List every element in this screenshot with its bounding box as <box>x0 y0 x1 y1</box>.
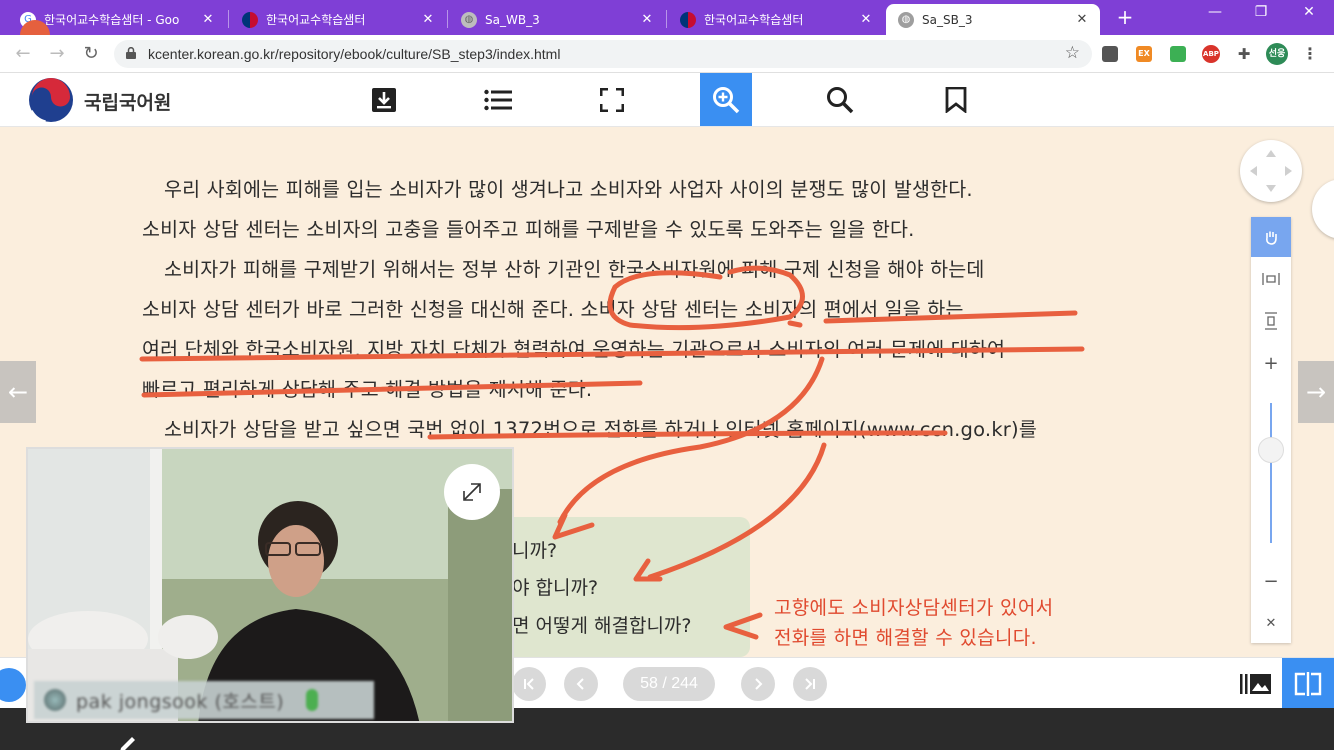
menu-dots-icon[interactable]: ⋮ <box>1302 46 1318 62</box>
chevron-right-icon <box>755 678 763 690</box>
url-field[interactable]: kcenter.korean.go.kr/repository/ebook/cu… <box>114 40 1092 68</box>
extension-icon[interactable] <box>1102 46 1118 62</box>
close-panel-button[interactable]: ✕ <box>1251 603 1291 643</box>
fit-height-button[interactable] <box>1251 301 1291 341</box>
direction-arrows-icon <box>1250 150 1292 192</box>
reload-button[interactable]: ↻ <box>80 43 102 65</box>
forward-button[interactable]: → <box>46 43 68 65</box>
microphone-icon <box>306 689 319 711</box>
korea-flag-icon <box>680 11 696 28</box>
fit-width-icon <box>1262 273 1280 285</box>
pen-icon[interactable] <box>118 734 138 750</box>
library-image-icon <box>1240 673 1271 694</box>
fullscreen-button[interactable] <box>586 73 638 126</box>
chevron-left-icon <box>576 678 584 690</box>
ebook-toolbar: 국립국어원 <box>0 73 1334 127</box>
tab-3[interactable]: ◍ Sa_WB_3 ✕ <box>449 4 665 35</box>
page-indicator[interactable]: 58 / 244 <box>623 667 715 701</box>
tab-title: 한국어교수학습샘터 <box>266 13 366 27</box>
ex-extension-icon[interactable]: EX <box>1136 46 1152 62</box>
back-button[interactable]: ← <box>12 43 34 65</box>
exit-fullscreen-button[interactable] <box>444 464 500 520</box>
close-icon[interactable]: ✕ <box>200 12 216 27</box>
view-tool-panel: + − ✕ <box>1251 217 1291 643</box>
bookmark-icon <box>945 86 967 113</box>
extension-icon[interactable] <box>1170 46 1186 62</box>
split-view-icon <box>1294 671 1322 696</box>
download-icon <box>372 87 396 112</box>
close-window-button[interactable]: ✕ <box>1294 4 1324 20</box>
next-page-button[interactable] <box>741 667 775 701</box>
tab-title: Sa_WB_3 <box>485 12 540 27</box>
fit-width-button[interactable] <box>1251 259 1291 299</box>
profile-avatar[interactable]: 선웅 <box>1266 43 1288 65</box>
previous-page-button[interactable] <box>564 667 598 701</box>
fullscreen-icon <box>600 87 624 112</box>
first-page-button[interactable] <box>512 667 546 701</box>
close-icon[interactable]: ✕ <box>420 12 436 27</box>
zoom-in-icon <box>713 86 740 113</box>
pan-navigation-pad[interactable] <box>1240 140 1302 202</box>
tab-title: 한국어교수학습샘터 - Goo <box>44 13 180 27</box>
hand-icon <box>1266 231 1277 245</box>
bookmark-button[interactable] <box>930 73 982 126</box>
collapse-icon <box>463 483 481 501</box>
first-page-icon <box>524 678 534 690</box>
tab-2[interactable]: 한국어교수학습샘터 ✕ <box>230 4 446 35</box>
participant-name: pak jongsook (호스트) <box>76 690 285 713</box>
browser-tab-bar: G 한국어교수학습샘터 - Goo ✕ 한국어교수학습샘터 ✕ ◍ Sa_WB_… <box>0 0 1334 50</box>
search-icon <box>827 86 854 113</box>
tab-4[interactable]: 한국어교수학습샘터 ✕ <box>668 4 884 35</box>
library-button[interactable] <box>1232 658 1280 709</box>
new-tab-button[interactable]: + <box>1114 6 1136 28</box>
minimize-button[interactable]: — <box>1200 4 1230 20</box>
address-bar: ← → ↻ kcenter.korean.go.kr/repository/eb… <box>0 35 1334 73</box>
last-page-icon <box>805 678 815 690</box>
maximize-button[interactable]: ❐ <box>1246 4 1276 20</box>
url-text: kcenter.korean.go.kr/repository/ebook/cu… <box>148 46 561 62</box>
participant-avatar <box>44 689 66 711</box>
zoom-minus-button[interactable]: − <box>1251 561 1291 601</box>
close-icon[interactable]: ✕ <box>858 12 874 27</box>
add-button[interactable] <box>0 668 26 702</box>
tab-5-active[interactable]: ◍ Sa_SB_3 ✕ <box>886 4 1100 35</box>
hand-tool-button[interactable] <box>1251 217 1291 257</box>
two-page-view-button[interactable] <box>1282 658 1334 709</box>
next-page-arrow[interactable]: → <box>1298 361 1334 423</box>
tab-title: 한국어교수학습샘터 <box>704 13 804 27</box>
download-button[interactable] <box>358 73 410 126</box>
bookmark-star-icon[interactable]: ☆ <box>1065 43 1080 63</box>
adblock-icon[interactable]: ABP <box>1202 45 1220 63</box>
list-icon <box>484 89 512 110</box>
puzzle-icon[interactable]: ✚ <box>1236 46 1252 62</box>
fit-height-icon <box>1265 312 1277 330</box>
tab-title: Sa_SB_3 <box>922 12 973 27</box>
search-button[interactable] <box>814 73 866 126</box>
participant-name-bar: pak jongsook (호스트) <box>34 681 374 719</box>
video-participant-window[interactable]: pak jongsook (호스트) <box>26 447 514 723</box>
last-page-button[interactable] <box>793 667 827 701</box>
lock-icon <box>126 47 136 59</box>
close-icon[interactable]: ✕ <box>1074 12 1090 27</box>
nikl-logo-icon <box>28 77 74 123</box>
globe-icon: ◍ <box>898 11 914 28</box>
table-of-contents-button[interactable] <box>472 73 524 126</box>
logo-text: 국립국어원 <box>84 92 172 114</box>
zoom-slider-track[interactable] <box>1270 403 1272 543</box>
prev-page-arrow[interactable]: ← <box>0 361 36 423</box>
globe-icon: ◍ <box>461 11 477 28</box>
zoom-plus-button[interactable]: + <box>1251 343 1291 383</box>
korea-flag-icon <box>242 11 258 28</box>
zoom-slider-thumb[interactable] <box>1258 437 1284 463</box>
zoom-in-button[interactable] <box>700 73 752 126</box>
close-icon[interactable]: ✕ <box>639 12 655 27</box>
